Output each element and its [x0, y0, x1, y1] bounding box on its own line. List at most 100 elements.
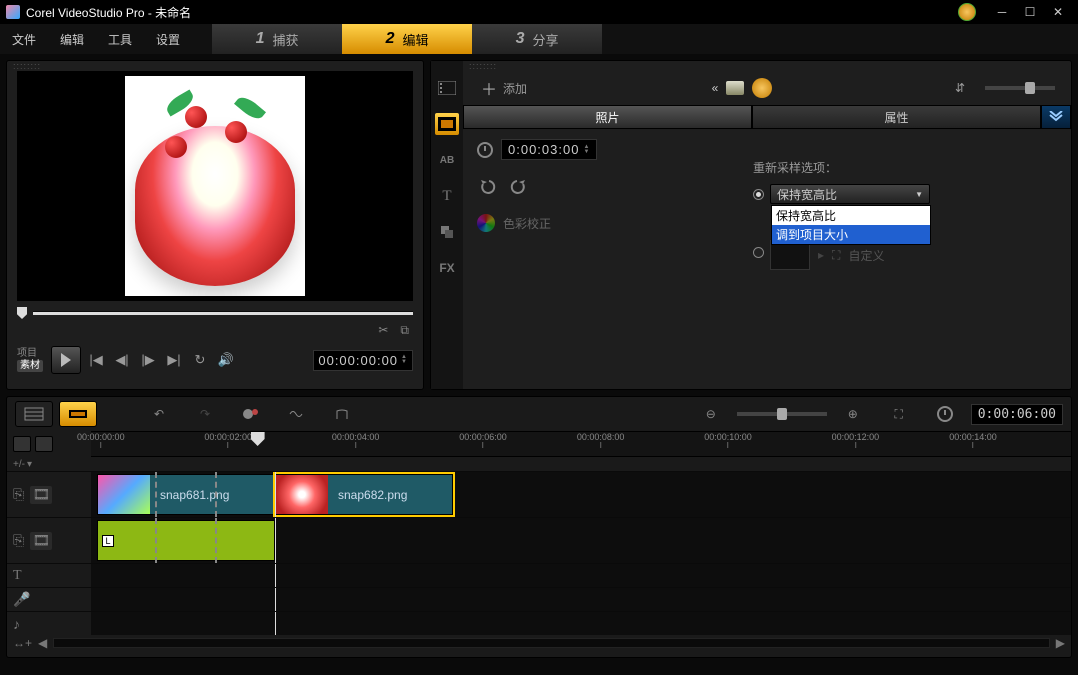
close-button[interactable]: ✕: [1044, 3, 1072, 21]
link-icon: ⎘: [13, 486, 24, 503]
expand-panel-button[interactable]: [1041, 105, 1071, 129]
menu-edit[interactable]: 编辑: [48, 24, 96, 54]
menu-file[interactable]: 文件: [0, 24, 48, 54]
color-wheel-icon[interactable]: [752, 78, 772, 98]
record-button[interactable]: [237, 402, 265, 426]
rotate-right-button[interactable]: [509, 178, 531, 198]
timeline-view-button[interactable]: [59, 401, 97, 427]
clip-snap681[interactable]: snap681.png: [97, 474, 275, 515]
sort-button[interactable]: ⇵: [949, 78, 971, 98]
audio-mixer-button[interactable]: [283, 402, 311, 426]
dropdown-opt-keep-aspect[interactable]: 保持宽高比: [772, 206, 930, 225]
side-tab-graphic[interactable]: [435, 221, 459, 243]
track-list-button[interactable]: [35, 436, 53, 452]
add-track-row[interactable]: +/-▾: [7, 457, 1071, 471]
folder-icon[interactable]: [726, 81, 744, 95]
sub-tab-photo[interactable]: 照片: [463, 105, 752, 129]
side-tab-strip: AB T FX: [431, 61, 463, 389]
panel-grip[interactable]: ::::::::: [463, 61, 1071, 71]
next-frame-button[interactable]: |▶: [137, 349, 159, 371]
video-track-body[interactable]: snap681.png snap682.png: [91, 472, 1071, 517]
preview-image: [125, 76, 305, 296]
zoom-slider[interactable]: [737, 412, 827, 416]
scroll-right-button[interactable]: ▶: [1056, 636, 1065, 650]
overlay-clip[interactable]: L: [97, 520, 275, 561]
resample-section: 重新采样选项： 保持宽高比 ▼ 保持宽高比 调到项目大小: [753, 159, 930, 276]
go-start-button[interactable]: |◀: [85, 349, 107, 371]
zoom-in-button[interactable]: ⊕: [839, 402, 867, 426]
mic-icon: 🎤: [13, 591, 30, 608]
step-share[interactable]: 3分享: [472, 24, 602, 54]
undo-button[interactable]: ↶: [145, 402, 173, 426]
spinner-icon[interactable]: ▲▼: [583, 145, 590, 155]
redo-button[interactable]: ↷: [191, 402, 219, 426]
cut-icon[interactable]: ✂: [378, 323, 388, 338]
volume-button[interactable]: 🔊: [215, 349, 237, 371]
video-track-icon: 🎞: [30, 486, 52, 504]
medal-icon[interactable]: [958, 3, 976, 21]
scrub-bar[interactable]: [17, 307, 413, 319]
music-track-head[interactable]: ♪: [7, 612, 91, 635]
playhead-icon[interactable]: [251, 432, 265, 446]
spinner-icon[interactable]: ▲▼: [401, 355, 408, 365]
time-ruler[interactable]: 00:00:00:00 00:00:02:00 00:00:04:00 00:0…: [91, 431, 1071, 457]
overlay-track-body[interactable]: L: [91, 518, 1071, 563]
duration-field[interactable]: 0:00:03:00▲▼: [501, 139, 597, 160]
timeline-scrollbar: ↔+ ◀ ▶: [7, 635, 1071, 651]
rotate-left-button[interactable]: [477, 178, 499, 198]
voice-track-body[interactable]: [91, 588, 1071, 611]
title-track-body[interactable]: [91, 564, 1071, 587]
title-track-head[interactable]: T: [7, 564, 91, 587]
radio-icon[interactable]: [753, 247, 764, 258]
add-button[interactable]: ＋添加: [473, 76, 535, 100]
slider-knob-icon[interactable]: [1025, 82, 1035, 94]
fit-project-button[interactable]: ⛶: [885, 402, 913, 426]
menu-settings[interactable]: 设置: [144, 24, 192, 54]
minimize-button[interactable]: ─: [988, 3, 1016, 21]
chevron-left-icon[interactable]: «: [712, 81, 719, 95]
duration-row: 0:00:03:00▲▼: [477, 139, 1057, 160]
dropdown-opt-fit-project[interactable]: 调到项目大小: [772, 225, 930, 244]
resample-keep-aspect[interactable]: 保持宽高比 ▼ 保持宽高比 调到项目大小: [753, 184, 930, 204]
step-capture[interactable]: 1捕获: [212, 24, 342, 54]
play-button[interactable]: [51, 346, 81, 374]
side-tab-media[interactable]: [435, 77, 459, 99]
scroll-left-button[interactable]: ◀: [38, 636, 47, 650]
overlay-track-head[interactable]: ⎘ 🎞: [7, 518, 91, 563]
preview-mode[interactable]: 项目 素材: [17, 348, 43, 372]
go-end-button[interactable]: ▶|: [163, 349, 185, 371]
play-icon: [61, 353, 71, 367]
repeat-button[interactable]: ↻: [189, 349, 211, 371]
side-tab-fx[interactable]: FX: [435, 257, 459, 279]
timeline-panel: ↶ ↷ ⊖ ⊕ ⛶ 0:00:06:00 00:00:00:00 00:00:0…: [6, 396, 1072, 658]
slider-knob-icon[interactable]: [777, 408, 787, 420]
resample-combo[interactable]: 保持宽高比 ▼ 保持宽高比 调到项目大小: [770, 184, 930, 204]
music-track-body[interactable]: [91, 612, 1071, 635]
panel-grip[interactable]: ::::::::: [7, 61, 423, 71]
zoom-out-button[interactable]: ⊖: [697, 402, 725, 426]
voice-track-head[interactable]: 🎤: [7, 588, 91, 611]
side-tab-transition[interactable]: AB: [435, 149, 459, 171]
clock-icon: [931, 402, 959, 426]
track-options-button[interactable]: [13, 436, 31, 452]
preview-viewport[interactable]: [17, 71, 413, 301]
clip-snap682[interactable]: snap682.png: [275, 474, 453, 515]
expand-tracks-button[interactable]: ↔+: [13, 636, 32, 650]
prev-frame-button[interactable]: ◀|: [111, 349, 133, 371]
project-timecode[interactable]: 0:00:06:00: [971, 404, 1063, 425]
preview-timecode[interactable]: 00:00:00:00▲▼: [313, 350, 413, 371]
scrub-track[interactable]: [33, 311, 413, 315]
sub-tab-attributes[interactable]: 属性: [752, 105, 1041, 129]
horizontal-scrollbar[interactable]: [53, 638, 1050, 648]
step-edit[interactable]: 2编辑: [342, 24, 472, 54]
side-tab-photo[interactable]: [435, 113, 459, 135]
video-track-head[interactable]: ⎘ 🎞: [7, 472, 91, 517]
thumbnail-size-slider[interactable]: [985, 86, 1055, 90]
storyboard-view-button[interactable]: [15, 401, 53, 427]
split-icon[interactable]: ⧉: [400, 323, 409, 338]
scrub-marker-icon[interactable]: [17, 307, 27, 319]
menu-tools[interactable]: 工具: [96, 24, 144, 54]
maximize-button[interactable]: ☐: [1016, 3, 1044, 21]
auto-music-button[interactable]: [329, 402, 357, 426]
side-tab-title[interactable]: T: [435, 185, 459, 207]
